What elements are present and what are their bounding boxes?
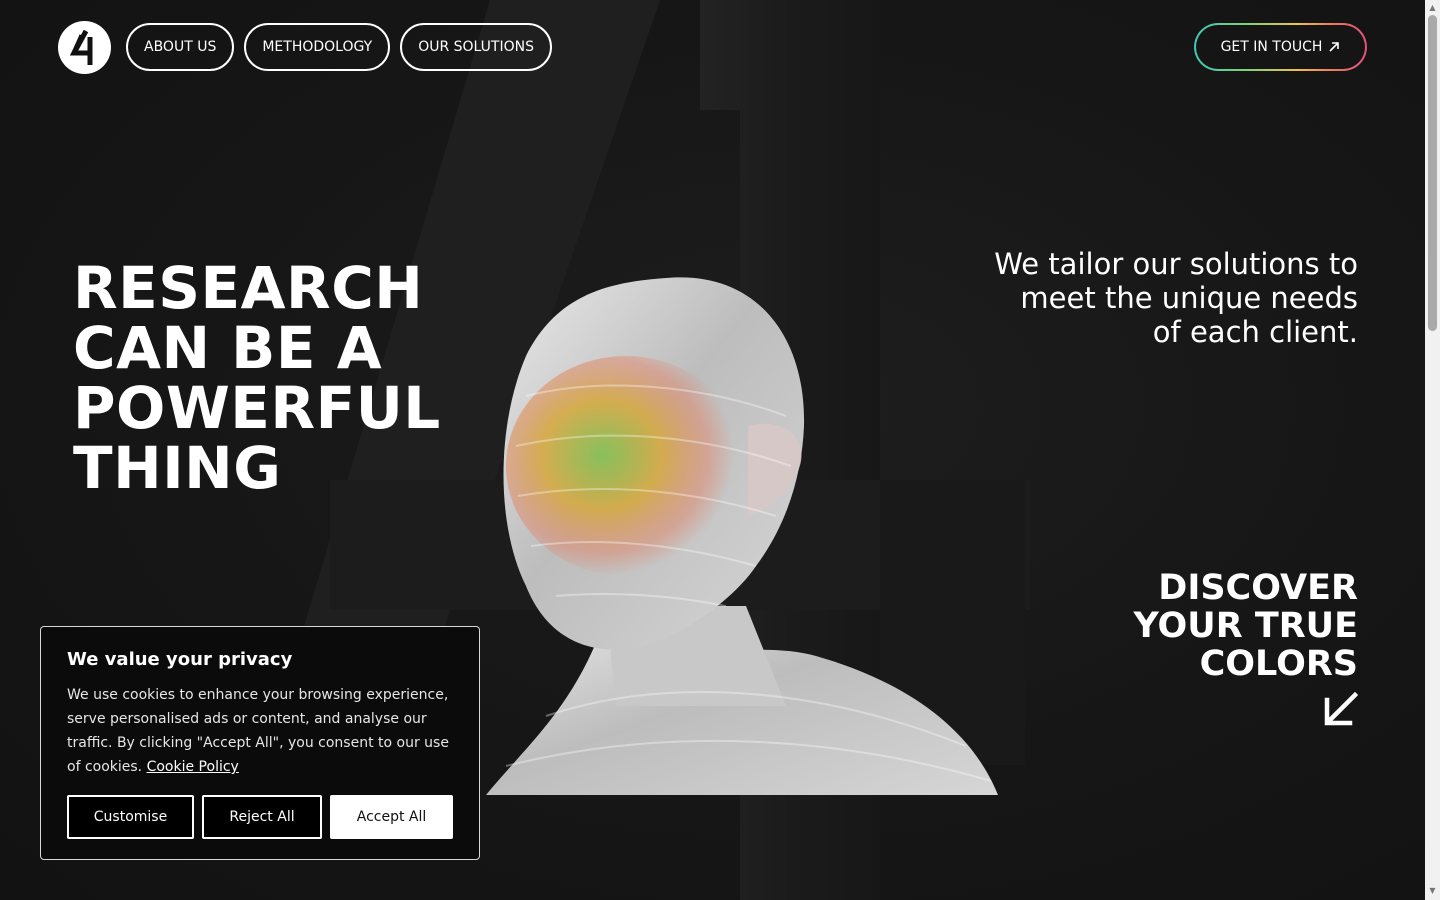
- page: ABOUT US METHODOLOGY OUR SOLUTIONS GET I…: [0, 0, 1425, 900]
- tagline-line: meet the unique needs: [1020, 281, 1358, 315]
- headline-line: RESEARCH: [73, 254, 424, 322]
- accept-all-button[interactable]: Accept All: [330, 795, 453, 839]
- nav-our-solutions-label: OUR SOLUTIONS: [418, 39, 534, 55]
- headline-line: POWERFUL: [73, 374, 441, 442]
- cookie-actions: Customise Reject All Accept All: [67, 795, 453, 839]
- scroll-down-arrow-icon[interactable]: ▼: [1428, 886, 1437, 895]
- discover-heading[interactable]: DISCOVER YOUR TRUE COLORS: [1058, 569, 1358, 683]
- arrow-up-right-icon: [1329, 42, 1340, 52]
- reject-all-button[interactable]: Reject All: [202, 795, 322, 839]
- cookie-consent-banner: We value your privacy We use cookies to …: [40, 626, 480, 860]
- brand-logo[interactable]: [58, 21, 111, 74]
- get-in-touch-button[interactable]: GET IN TOUCH: [1194, 23, 1367, 71]
- discover-line: YOUR TRUE: [1133, 606, 1358, 646]
- headline-line: CAN BE A: [73, 314, 383, 382]
- cookie-text: We use cookies to enhance your browsing …: [67, 687, 449, 775]
- vertical-scrollbar[interactable]: ▲ ▼: [1425, 0, 1440, 900]
- nav-about-us[interactable]: ABOUT US: [126, 23, 235, 71]
- discover-line: DISCOVER: [1158, 568, 1358, 608]
- logo-four-icon: [69, 29, 92, 65]
- nav-methodology[interactable]: METHODOLOGY: [244, 23, 391, 71]
- customise-button[interactable]: Customise: [67, 795, 194, 839]
- scroll-up-arrow-icon[interactable]: ▲: [1428, 3, 1437, 12]
- nav-about-us-label: ABOUT US: [144, 39, 217, 55]
- nav-our-solutions[interactable]: OUR SOLUTIONS: [400, 23, 552, 71]
- tagline-line: of each client.: [1152, 315, 1358, 349]
- scrollbar-thumb[interactable]: [1428, 15, 1437, 331]
- cookie-description: We use cookies to enhance your browsing …: [67, 683, 453, 779]
- glass-head-illustration: [486, 277, 998, 795]
- hero-headline: RESEARCH CAN BE A POWERFUL THING: [73, 258, 473, 498]
- get-in-touch-label: GET IN TOUCH: [1220, 39, 1323, 55]
- main-nav: ABOUT US METHODOLOGY OUR SOLUTIONS: [126, 23, 552, 71]
- cookie-title: We value your privacy: [67, 649, 293, 670]
- discover-line: COLORS: [1199, 644, 1358, 684]
- nav-methodology-label: METHODOLOGY: [262, 39, 373, 55]
- arrow-down-left-icon[interactable]: [1324, 692, 1358, 726]
- headline-line: THING: [73, 434, 282, 502]
- hero-tagline: We tailor our solutions to meet the uniq…: [958, 247, 1358, 349]
- cookie-policy-link[interactable]: Cookie Policy: [147, 759, 239, 775]
- tagline-line: We tailor our solutions to: [994, 247, 1358, 281]
